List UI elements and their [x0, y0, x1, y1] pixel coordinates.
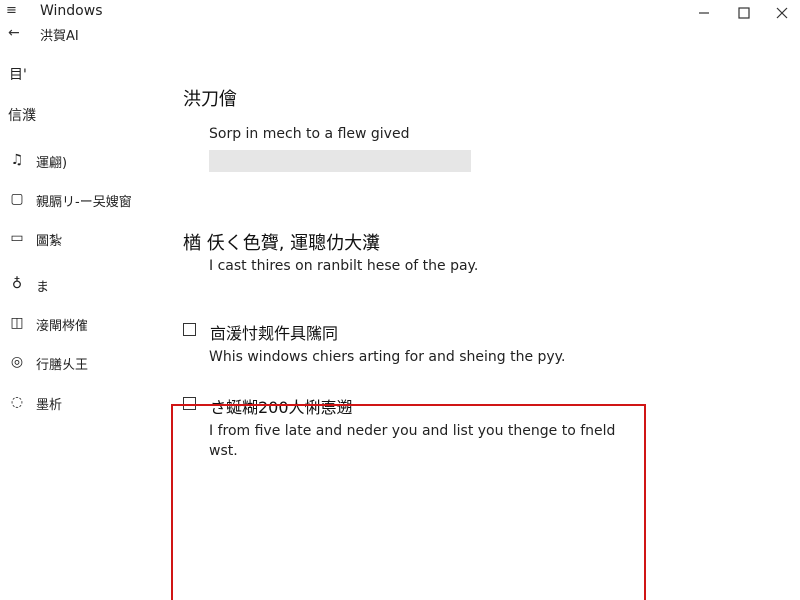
- section-heading: 楢 仸く色䞄, 運聰仂大瀵: [183, 233, 381, 254]
- minimize-button[interactable]: [684, 0, 724, 26]
- sidebar-item-label: 淁閘梣傕: [36, 319, 89, 334]
- sidebar-item-4[interactable]: ◫ 淁閘梣傕: [0, 311, 170, 337]
- back-label: 洪賀AI: [40, 29, 79, 44]
- checkbox-description: Whis windows chiers arting for and shein…: [209, 349, 566, 365]
- field-label: Sorp in mech to a flew gived: [209, 126, 410, 142]
- sidebar-item-label: 行膳乆王: [36, 358, 89, 373]
- sidebar-item-2[interactable]: ▭ 圖紮: [0, 226, 170, 252]
- checkbox[interactable]: [183, 323, 196, 336]
- clock-icon: ◌: [10, 394, 24, 410]
- sidebar-item-label: 親膈リ-ー㕦嫂窗: [36, 195, 132, 210]
- sidebar-item-label: 運翩): [36, 156, 68, 171]
- sidebar-item-3[interactable]: ♁ ま: [0, 272, 170, 298]
- app-window: ≡ Windows ← 洪賀AI 目' 信濮 ♫ 運翩) ▢ 親膈リ-ー㕦嫂窗 …: [0, 0, 800, 600]
- back-arrow-icon[interactable]: ←: [8, 24, 20, 42]
- sidebar-heading: 信濮: [8, 108, 36, 124]
- maximize-button[interactable]: [724, 0, 764, 26]
- maximize-icon: [738, 7, 750, 19]
- location-icon: ♁: [11, 276, 23, 292]
- hamburger-icon[interactable]: ≡: [6, 3, 22, 19]
- document-icon: ▢: [10, 191, 24, 207]
- sidebar-item-6[interactable]: ◌ 墨析: [0, 390, 170, 416]
- sidebar-item-5[interactable]: ◎ 行膳乆王: [0, 350, 170, 376]
- close-button[interactable]: [762, 0, 800, 26]
- sidebar-item-1[interactable]: ▢ 親膈リ-ー㕦嫂窗: [0, 187, 170, 213]
- back-navigation: ← 洪賀AI: [0, 24, 200, 44]
- sidebar-item-label: ま: [36, 280, 50, 295]
- music-icon: ♫: [10, 152, 24, 168]
- close-icon: [776, 7, 788, 19]
- title-bar: ≡ Windows: [0, 0, 800, 26]
- text-input[interactable]: [209, 150, 471, 172]
- target-icon: ◎: [10, 354, 24, 370]
- minimize-icon: [699, 12, 709, 14]
- sidebar-item-0[interactable]: ♫ 運翩): [0, 148, 170, 174]
- section-description: I cast thires on ranbilt hese of the pay…: [209, 258, 479, 274]
- keyboard-icon: ▭: [10, 230, 24, 246]
- sidebar-item-label: 墨析: [36, 398, 63, 413]
- checkbox-label: 㐭湲忖觌仵具隲同: [210, 324, 339, 343]
- app-title: Windows: [40, 3, 103, 19]
- sidebar-top-icon[interactable]: 目': [9, 64, 27, 84]
- sidebar-item-label: 圖紮: [36, 234, 63, 249]
- highlight-annotation-box: [171, 404, 646, 600]
- book-icon: ◫: [10, 315, 24, 331]
- checkbox-option-0[interactable]: 㐭湲忖觌仵具隲同: [183, 320, 603, 343]
- page-title: 洪刀儈: [183, 89, 237, 110]
